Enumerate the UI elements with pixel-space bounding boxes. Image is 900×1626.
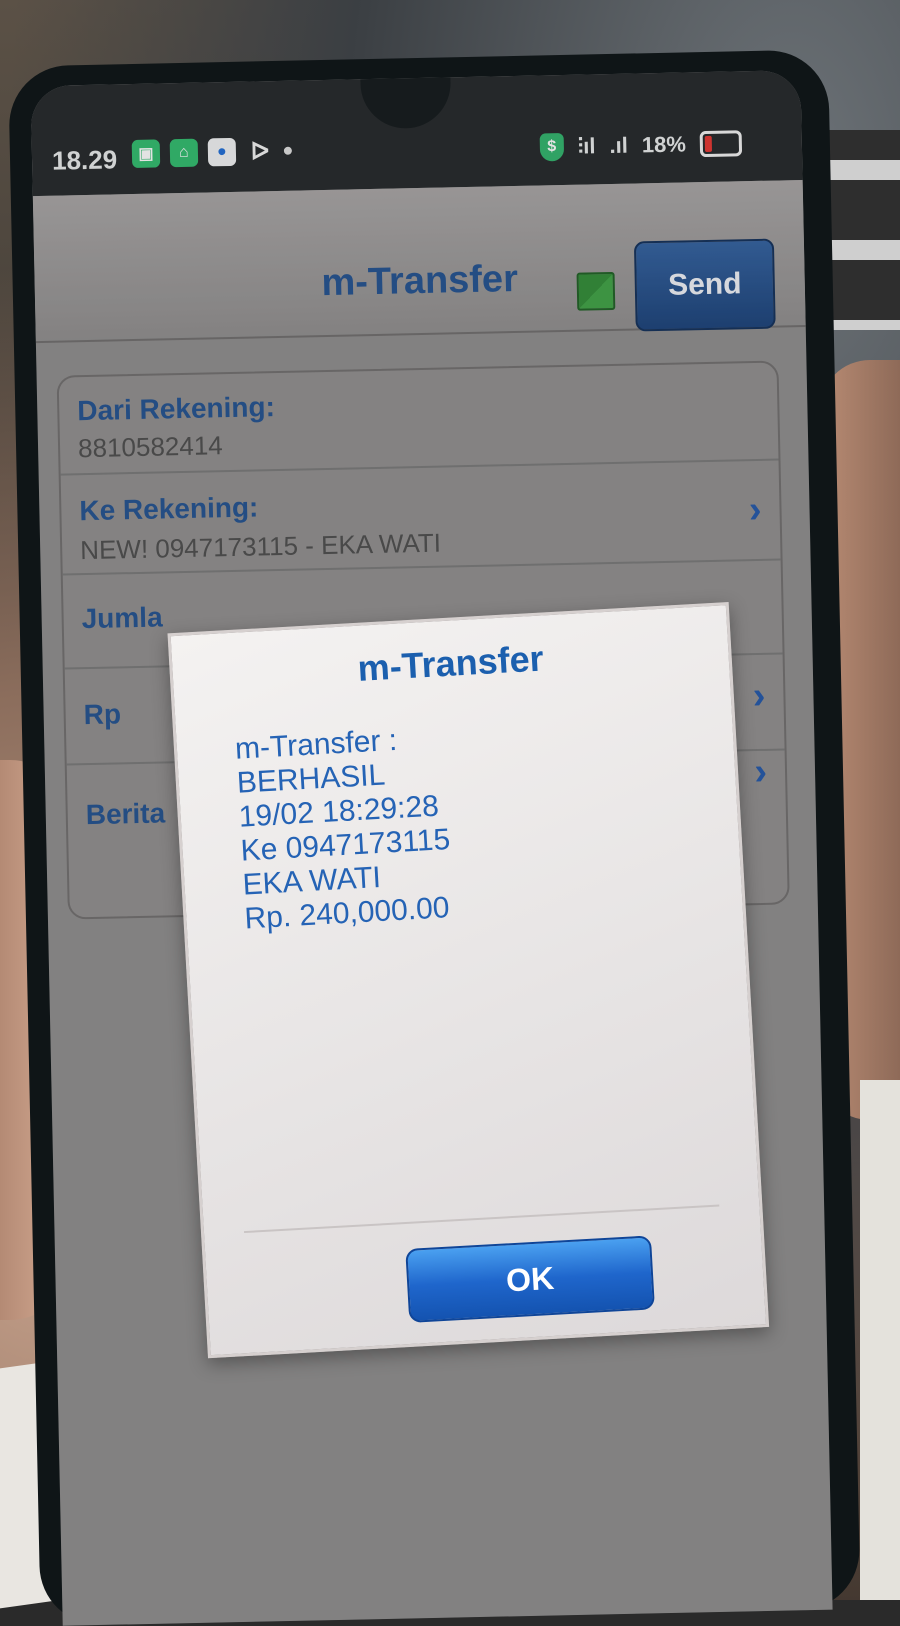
dialog-message: m-Transfer : BERHASIL 19/02 18:29:28 Ke … bbox=[234, 721, 455, 936]
success-dialog: m-Transfer m-Transfer : BERHASIL 19/02 1… bbox=[167, 602, 770, 1359]
ok-button[interactable]: OK bbox=[405, 1235, 655, 1323]
dialog-divider bbox=[243, 1204, 720, 1234]
phone-screen: 18.29 ▣ ⌂ ● ᐅ $ ⫶ıl .ıl 18% m-Transfer S… bbox=[30, 69, 833, 1626]
paper-sheet-right bbox=[860, 1080, 900, 1600]
dialog-title: m-Transfer bbox=[356, 637, 545, 689]
phone-body: 18.29 ▣ ⌂ ● ᐅ $ ⫶ıl .ıl 18% m-Transfer S… bbox=[8, 49, 861, 1626]
